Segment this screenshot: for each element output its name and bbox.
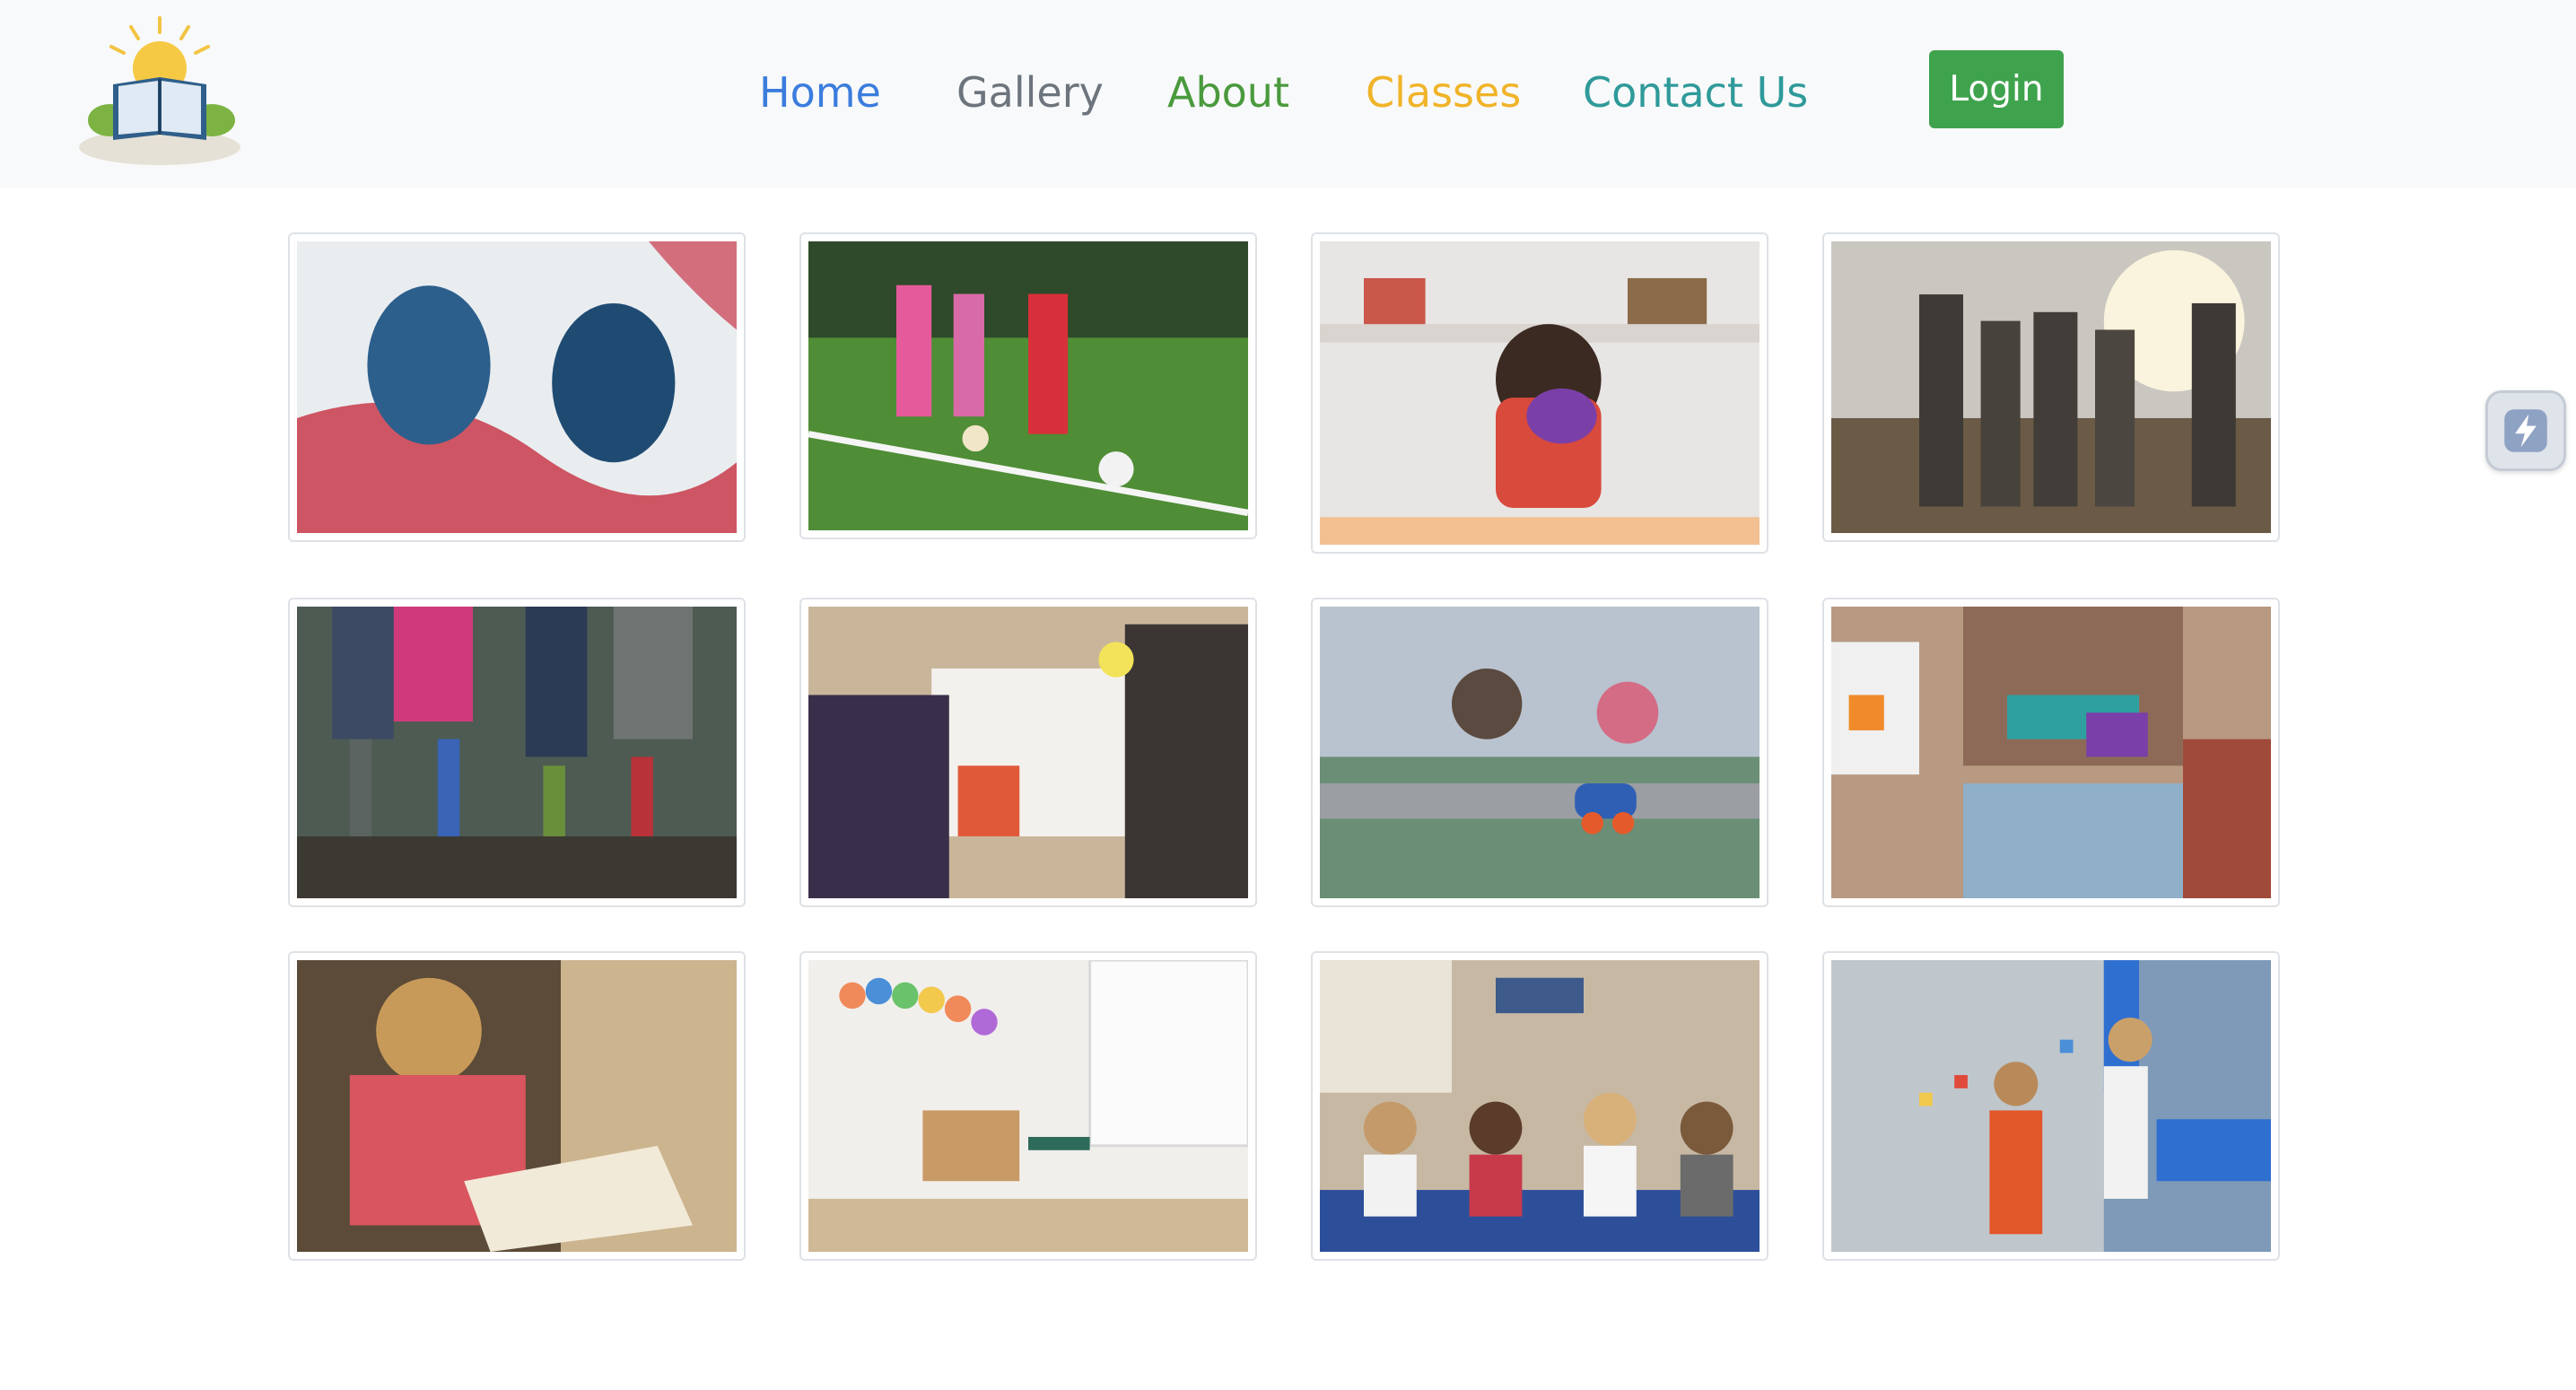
gallery-image-children-coloring[interactable] xyxy=(799,598,1257,907)
gallery-image-kids-at-lego-wall[interactable] xyxy=(1822,951,2280,1261)
gallery-image-toddler-with-toy-camera[interactable] xyxy=(1311,232,1768,554)
gallery-image-children-raising-hands[interactable] xyxy=(1311,951,1768,1261)
gallery-image-kids-playing-soccer[interactable] xyxy=(799,232,1257,539)
gallery-image-girl-reading-book[interactable] xyxy=(288,951,746,1261)
gallery-image-toy-cars-on-playmat[interactable] xyxy=(1311,598,1768,907)
nav-home-link[interactable]: Home xyxy=(759,61,881,124)
gallery-image-kids-in-rain-boots[interactable] xyxy=(288,598,746,907)
nav-about-link[interactable]: About xyxy=(1167,61,1289,124)
gallery-image-silhouettes-in-sunlight[interactable] xyxy=(1822,232,2280,542)
lightning-icon[interactable] xyxy=(2485,390,2566,471)
nav-menu: Home Gallery About Classes Contact Us xyxy=(0,0,2576,188)
gallery-image-painted-handprints[interactable] xyxy=(288,232,746,542)
nav-gallery-link[interactable]: Gallery xyxy=(956,61,1104,124)
gallery-image-classroom-interior[interactable] xyxy=(799,951,1257,1261)
gallery-image-child-with-building-blocks[interactable] xyxy=(1822,598,2280,907)
navbar: Home Gallery About Classes Contact Us Lo… xyxy=(0,0,2576,188)
nav-contact-link[interactable]: Contact Us xyxy=(1583,61,1808,124)
nav-classes-link[interactable]: Classes xyxy=(1366,61,1521,124)
login-button[interactable]: Login xyxy=(1929,50,2064,128)
